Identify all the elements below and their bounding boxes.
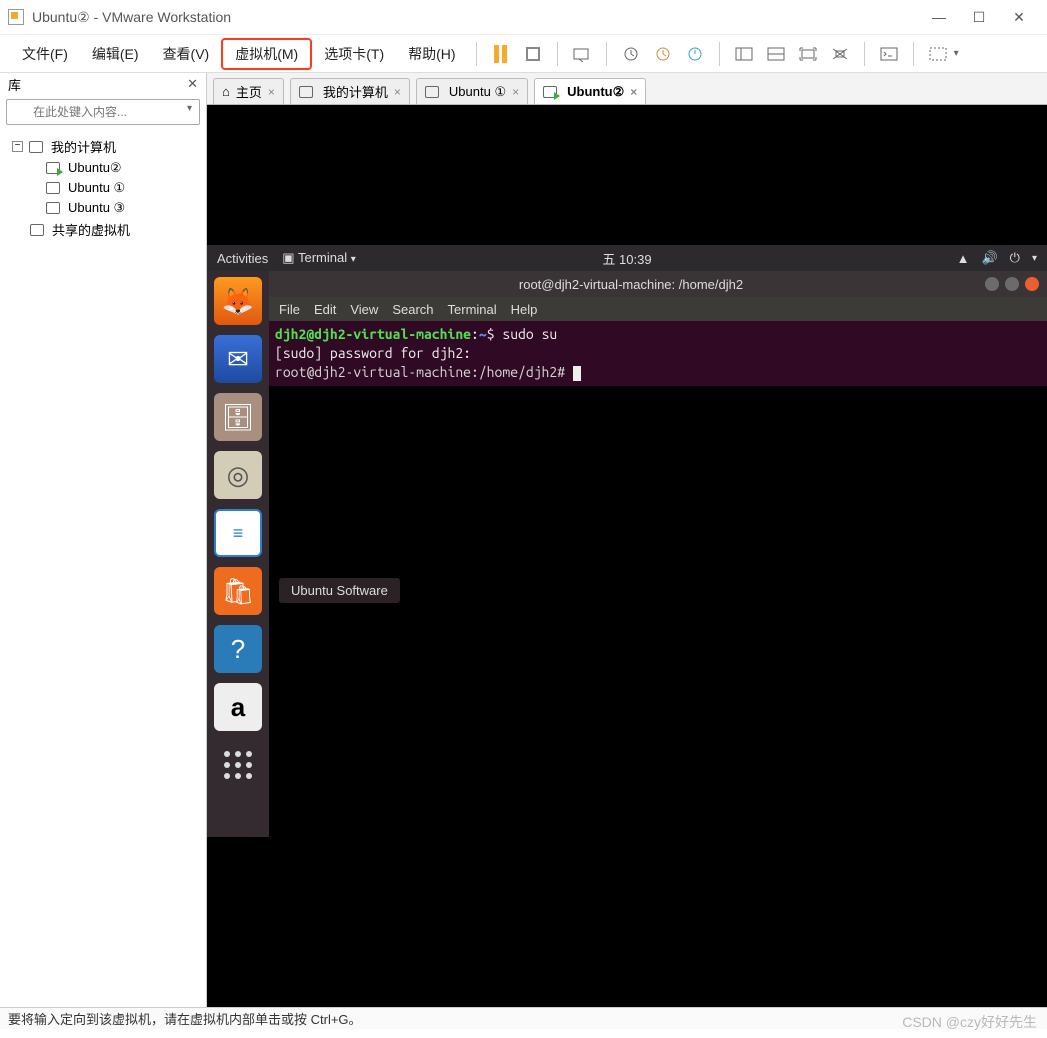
vm-running-icon xyxy=(543,86,557,98)
toolbar-layout1-icon[interactable] xyxy=(730,42,758,66)
menubar: 文件(F) 编辑(E) 查看(V) 虚拟机(M) 选项卡(T) 帮助(H) ▾ xyxy=(0,35,1047,73)
dock-help[interactable]: ? xyxy=(214,625,262,673)
toolbar-layout2-icon[interactable] xyxy=(762,42,790,66)
terminal-window: root@djh2-virtual-machine: /home/djh2 Fi… xyxy=(269,271,1047,386)
term-menu-search[interactable]: Search xyxy=(392,302,433,317)
activities-button[interactable]: Activities xyxy=(217,251,268,266)
dock-thunderbird[interactable]: ✉ xyxy=(214,335,262,383)
sidebar-title: 库 xyxy=(8,75,21,94)
tab-ubuntu1[interactable]: Ubuntu ① × xyxy=(416,78,528,104)
status-bar: 要将输入定向到该虚拟机，请在虚拟机内部单击或按 Ctrl+G。 xyxy=(0,1007,1047,1029)
tab-close-icon[interactable]: × xyxy=(268,85,275,99)
ubuntu-top-bar: Activities ▣ Terminal 五 10:39 ▲ 🔊 ⏻ ▾ xyxy=(207,245,1047,271)
dock-amazon[interactable]: a xyxy=(214,683,262,731)
toolbar-clock2-icon[interactable] xyxy=(649,42,677,66)
toolbar-stop-icon[interactable] xyxy=(519,42,547,66)
window-title: Ubuntu② - VMware Workstation xyxy=(32,9,919,26)
menu-view[interactable]: 查看(V) xyxy=(151,38,222,70)
library-sidebar: 库 ✕ ▾ − 我的计算机 Ubuntu② Ubuntu ① Ubunt xyxy=(0,73,207,1007)
term-menu-help[interactable]: Help xyxy=(511,302,538,317)
monitor-icon xyxy=(299,86,313,98)
search-dropdown-icon[interactable]: ▾ xyxy=(187,103,192,114)
tree-vm-ubuntu1[interactable]: Ubuntu ① xyxy=(4,178,202,198)
term-maximize-button[interactable] xyxy=(1005,277,1019,291)
tab-close-icon[interactable]: × xyxy=(512,85,519,99)
dock-rhythmbox[interactable]: ◎ xyxy=(214,451,262,499)
term-minimize-button[interactable] xyxy=(985,277,999,291)
tab-close-icon[interactable]: × xyxy=(630,85,637,99)
terminal-title: root@djh2-virtual-machine: /home/djh2 xyxy=(277,277,985,292)
term-menu-view[interactable]: View xyxy=(350,302,378,317)
tree-collapse-icon[interactable]: − xyxy=(12,141,23,152)
term-menu-file[interactable]: File xyxy=(279,302,300,317)
maximize-button[interactable]: ☐ xyxy=(959,3,999,31)
tab-home[interactable]: ⌂ 主页 × xyxy=(213,78,284,104)
terminal-body[interactable]: djh2@djh2-virtual-machine:~$ sudo su [su… xyxy=(269,321,1047,386)
app-indicator[interactable]: ▣ Terminal xyxy=(282,250,355,266)
vm-icon xyxy=(425,86,439,98)
home-icon: ⌂ xyxy=(222,84,230,99)
term-close-button[interactable] xyxy=(1025,277,1039,291)
system-dropdown-icon[interactable]: ▾ xyxy=(1032,253,1037,264)
toolbar-console-icon[interactable] xyxy=(875,42,903,66)
tab-close-icon[interactable]: × xyxy=(394,85,401,99)
dock-ubuntu-software[interactable]: 🛍 xyxy=(214,567,262,615)
tree-vm-ubuntu3[interactable]: Ubuntu ③ xyxy=(4,198,202,218)
dock-writer[interactable]: ≡ xyxy=(214,509,262,557)
toolbar-clock1-icon[interactable] xyxy=(617,42,645,66)
tab-bar: ⌂ 主页 × 我的计算机 × Ubuntu ① × Ubuntu② × xyxy=(207,73,1047,105)
terminal-icon: ▣ xyxy=(282,250,294,265)
window-titlebar: Ubuntu② - VMware Workstation — ☐ ✕ xyxy=(0,0,1047,35)
toolbar-pause-icon[interactable] xyxy=(487,42,515,66)
toolbar-fullscreen-icon[interactable] xyxy=(794,42,822,66)
volume-icon[interactable]: 🔊 xyxy=(981,250,997,266)
power-icon[interactable]: ⏻ xyxy=(1010,250,1020,266)
menu-tabs[interactable]: 选项卡(T) xyxy=(312,38,396,70)
toolbar-clock3-icon[interactable] xyxy=(681,42,709,66)
vm-running-icon xyxy=(46,162,60,174)
monitor-icon xyxy=(29,141,43,153)
status-text: 要将输入定向到该虚拟机，请在虚拟机内部单击或按 Ctrl+G。 xyxy=(8,1009,362,1028)
app-icon xyxy=(8,9,24,25)
network-icon[interactable]: ▲ xyxy=(957,251,970,266)
tree-vm-ubuntu2[interactable]: Ubuntu② xyxy=(4,158,202,178)
toolbar-unity-icon[interactable] xyxy=(826,42,854,66)
dock-files[interactable]: 🗄 xyxy=(214,393,262,441)
term-menu-edit[interactable]: Edit xyxy=(314,302,336,317)
tree-shared-vms[interactable]: 共享的虚拟机 xyxy=(4,218,202,241)
sidebar-search-input[interactable] xyxy=(6,99,200,125)
toolbar-snapshot-icon[interactable] xyxy=(568,42,596,66)
close-button[interactable]: ✕ xyxy=(999,3,1039,31)
cursor-icon xyxy=(573,366,581,381)
toolbar-settings-icon[interactable] xyxy=(924,42,952,66)
term-menu-terminal[interactable]: Terminal xyxy=(448,302,497,317)
vm-display[interactable]: Activities ▣ Terminal 五 10:39 ▲ 🔊 ⏻ ▾ ro… xyxy=(207,105,1047,1007)
monitor-icon xyxy=(30,224,44,236)
menu-help[interactable]: 帮助(H) xyxy=(396,38,467,70)
menu-edit[interactable]: 编辑(E) xyxy=(80,38,151,70)
sidebar-close-icon[interactable]: ✕ xyxy=(187,76,198,92)
dock-firefox[interactable]: 🦊 xyxy=(214,277,262,325)
menu-vm[interactable]: 虚拟机(M) xyxy=(221,38,312,70)
terminal-menubar: File Edit View Search Terminal Help xyxy=(269,297,1047,321)
dock-tooltip: Ubuntu Software xyxy=(279,578,400,603)
minimize-button[interactable]: — xyxy=(919,3,959,31)
ubuntu-dock: 🦊 ✉ 🗄 ◎ ≡ 🛍 ? a xyxy=(207,271,269,837)
tab-ubuntu2[interactable]: Ubuntu② × xyxy=(534,78,646,104)
menu-file[interactable]: 文件(F) xyxy=(10,38,80,70)
dock-show-apps[interactable] xyxy=(214,741,262,789)
vm-icon xyxy=(46,182,60,194)
tree-root-my-computer[interactable]: − 我的计算机 xyxy=(4,135,202,158)
clock[interactable]: 五 10:39 xyxy=(602,249,651,268)
tab-my-computer[interactable]: 我的计算机 × xyxy=(290,78,410,104)
vm-icon xyxy=(46,202,60,214)
